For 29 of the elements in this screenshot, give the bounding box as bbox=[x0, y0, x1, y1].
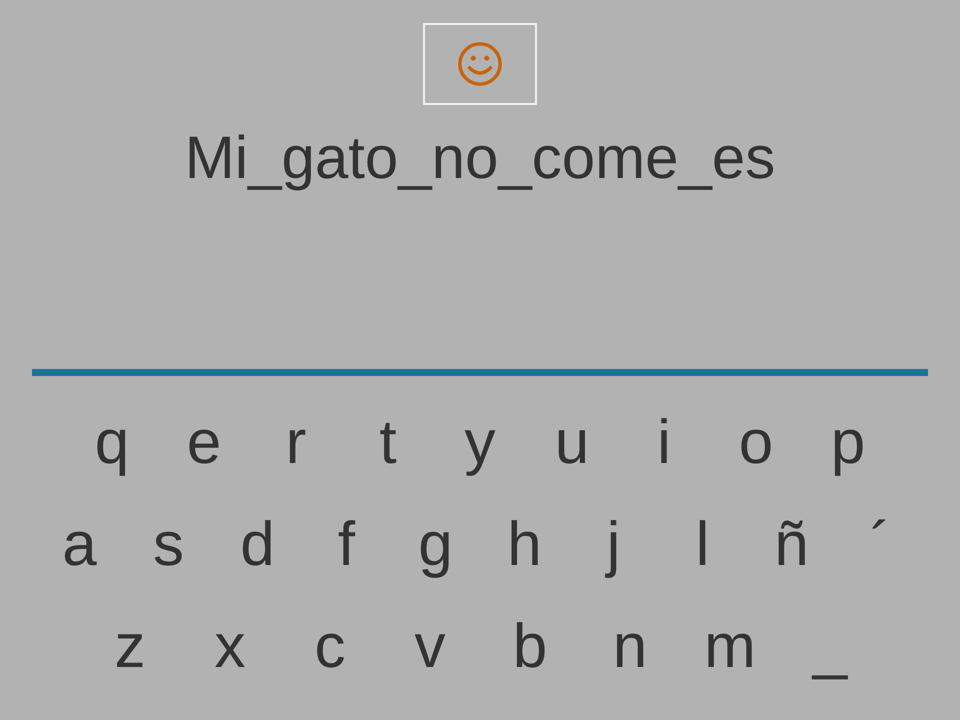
letter-key[interactable]: f bbox=[302, 504, 391, 586]
letter-key[interactable]: l bbox=[658, 504, 747, 586]
letter-key[interactable]: v bbox=[380, 606, 480, 688]
letter-key[interactable]: e bbox=[158, 402, 250, 484]
letter-key[interactable]: g bbox=[391, 504, 480, 586]
answer-text: Mi_gato_no_come_es bbox=[184, 123, 776, 193]
letter-key[interactable]: j bbox=[569, 504, 658, 586]
letter-key[interactable]: s bbox=[124, 504, 213, 586]
letter-key[interactable]: _ bbox=[780, 606, 880, 688]
letter-key[interactable]: u bbox=[526, 402, 618, 484]
letter-key[interactable]: p bbox=[802, 402, 894, 484]
letter-key[interactable]: q bbox=[66, 402, 158, 484]
letter-key[interactable]: a bbox=[35, 504, 124, 586]
letter-key[interactable]: i bbox=[618, 402, 710, 484]
letter-key[interactable]: ñ bbox=[747, 504, 836, 586]
smiley-icon bbox=[457, 41, 503, 87]
letter-key[interactable]: x bbox=[180, 606, 280, 688]
letter-key[interactable]: ´ bbox=[836, 504, 925, 586]
letter-key[interactable]: r bbox=[250, 402, 342, 484]
letter-key[interactable]: d bbox=[213, 504, 302, 586]
letter-key[interactable]: y bbox=[434, 402, 526, 484]
letter-key[interactable]: m bbox=[680, 606, 780, 688]
letter-key[interactable]: t bbox=[342, 402, 434, 484]
letter-key[interactable]: h bbox=[480, 504, 569, 586]
letter-key[interactable]: b bbox=[480, 606, 580, 688]
letter-key[interactable]: n bbox=[580, 606, 680, 688]
letter-key[interactable]: o bbox=[710, 402, 802, 484]
letter-key[interactable]: c bbox=[280, 606, 380, 688]
letter-key[interactable]: z bbox=[80, 606, 180, 688]
